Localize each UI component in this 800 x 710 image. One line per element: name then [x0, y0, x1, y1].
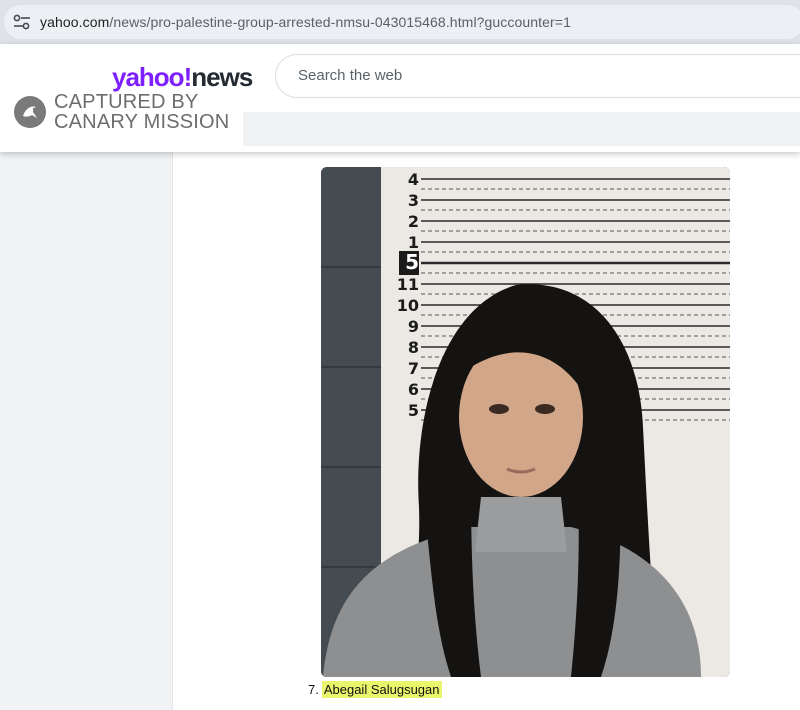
- photo-caption: 7. Abegail Salugsugan: [308, 681, 442, 698]
- height-chart-label: 7: [408, 359, 419, 378]
- height-chart-label: 4: [408, 170, 419, 189]
- height-chart-label: 9: [408, 317, 419, 336]
- watermark-line-2: CANARY MISSION: [54, 111, 230, 133]
- canary-mission-watermark: CAPTURED BY CANARY MISSION: [14, 92, 244, 140]
- height-chart-label: 11: [397, 275, 419, 294]
- logo-yahoo: yahoo: [112, 62, 185, 92]
- url-text[interactable]: yahoo.com/news/pro-palestine-group-arres…: [40, 14, 571, 30]
- mugshot-photo: 43215111098765: [321, 167, 730, 677]
- height-chart-label: 3: [408, 191, 419, 210]
- site-settings-icon[interactable]: [12, 14, 32, 30]
- yahoo-news-logo[interactable]: yahoo!news: [112, 62, 253, 93]
- url-host: yahoo.com: [40, 14, 110, 30]
- height-chart-label: 6: [408, 380, 419, 399]
- height-chart-label: 5: [408, 401, 419, 420]
- navigation-bar: [243, 112, 800, 146]
- height-chart-label: 8: [408, 338, 419, 357]
- watermark-line-1: CAPTURED BY: [54, 91, 199, 113]
- left-rail: [0, 152, 173, 710]
- url-field[interactable]: yahoo.com/news/pro-palestine-group-arres…: [4, 5, 800, 39]
- height-chart-label: 2: [408, 212, 419, 231]
- url-path: /news/pro-palestine-group-arrested-nmsu-…: [109, 14, 571, 30]
- watermark-text: CAPTURED BY CANARY MISSION: [54, 92, 229, 132]
- caption-name: Abegail Salugsugan: [321, 681, 442, 698]
- height-chart-label: 10: [397, 296, 419, 315]
- browser-address-bar: yahoo.com/news/pro-palestine-group-arres…: [0, 0, 800, 44]
- search-placeholder: Search the web: [298, 67, 403, 84]
- canary-bird-icon: [14, 96, 46, 128]
- height-chart-label: 5: [405, 250, 419, 274]
- logo-news: news: [191, 62, 253, 92]
- caption-number: 7.: [308, 682, 319, 697]
- search-box[interactable]: Search the web: [275, 54, 800, 98]
